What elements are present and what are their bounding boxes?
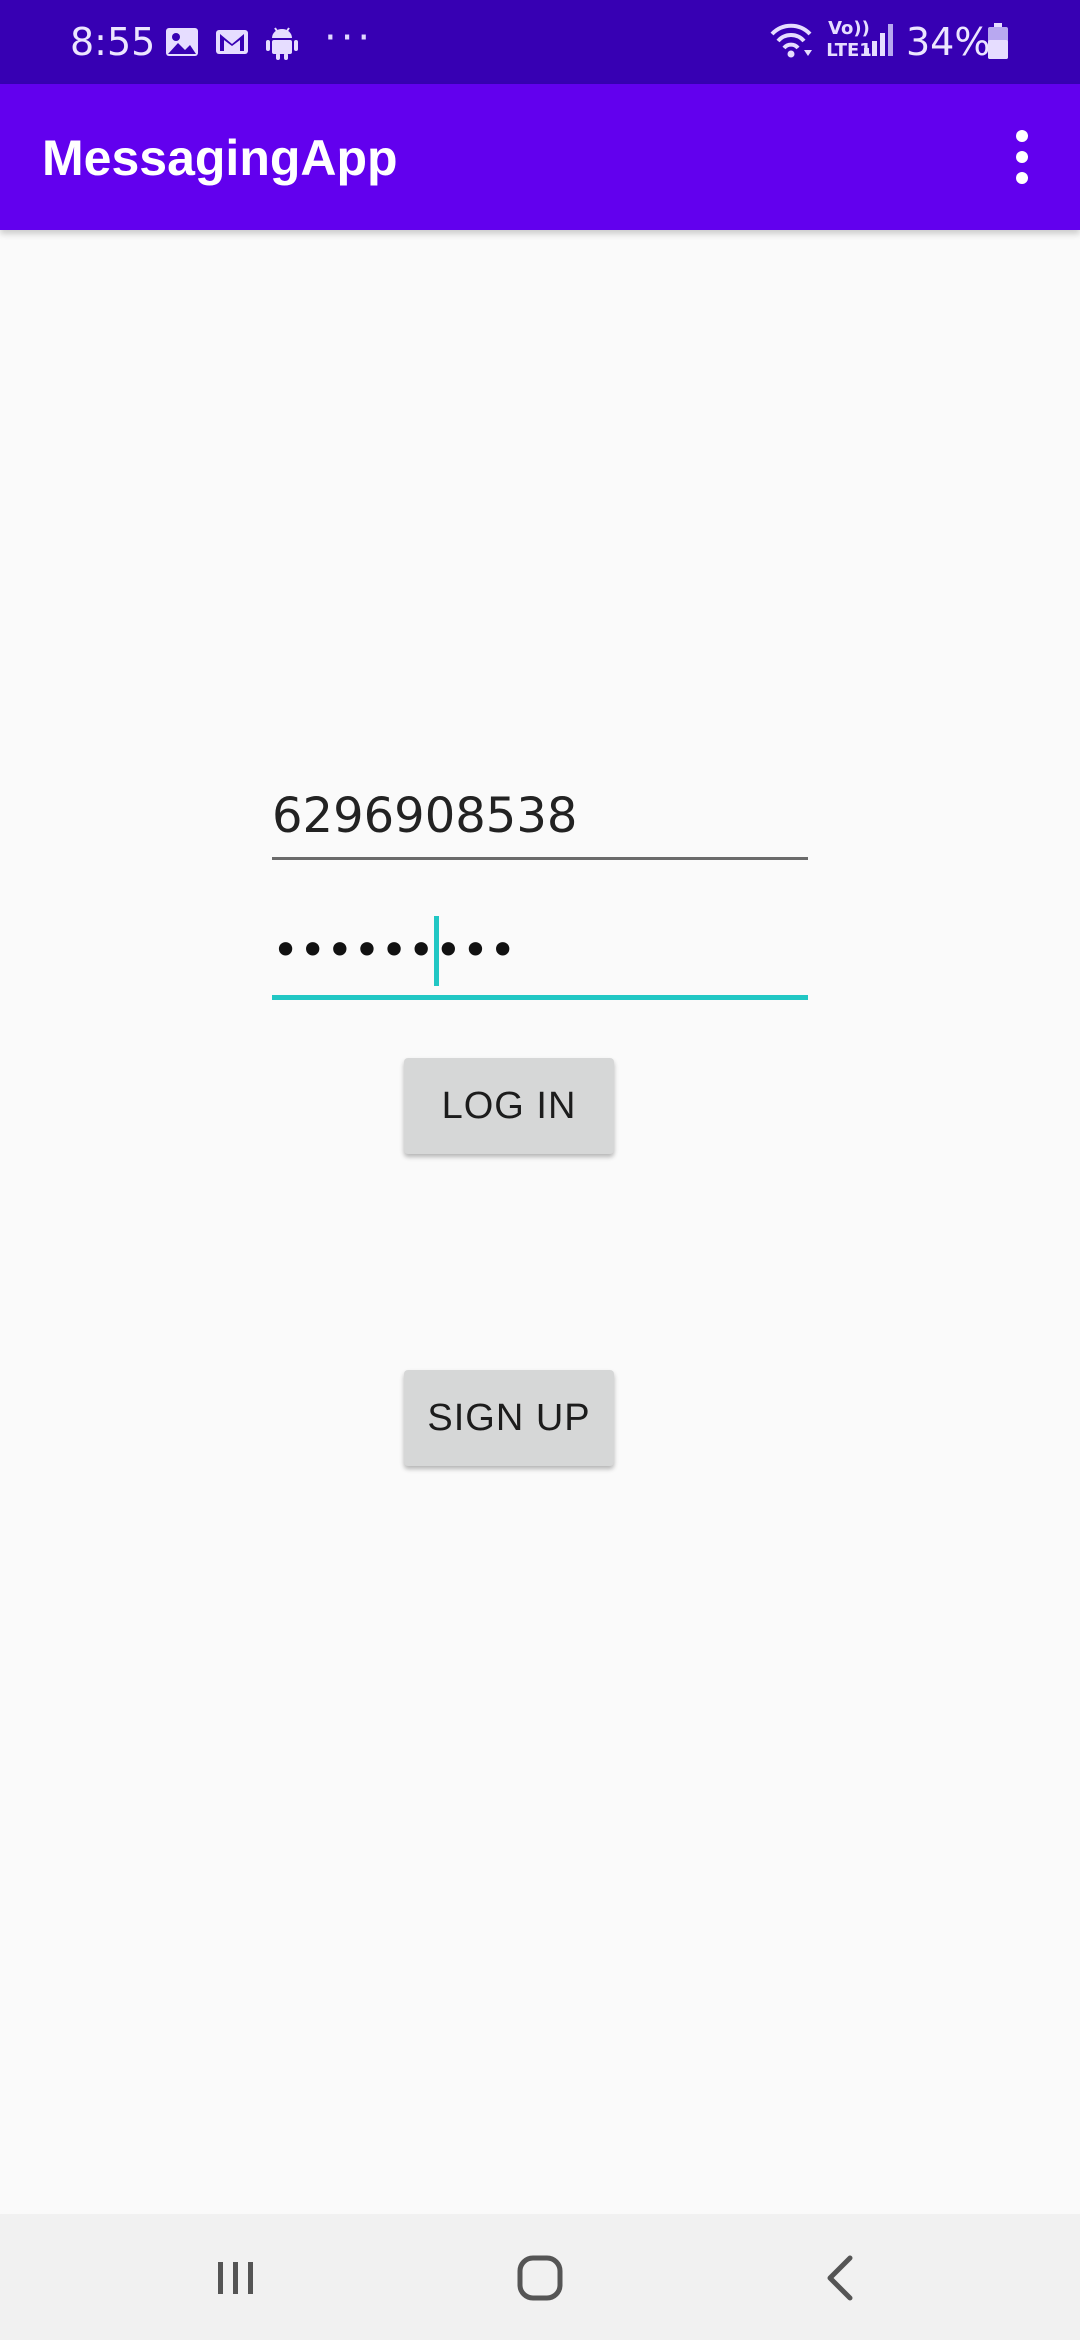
gallery-icon [162,22,202,62]
password-input[interactable]: ••••••••• [272,906,808,1000]
back-icon[interactable] [806,2242,878,2314]
phone-number-input[interactable]: 6296908538 [272,776,808,860]
status-time: 8:55 [70,20,156,64]
menu-dot [1016,151,1028,163]
recent-apps-icon[interactable] [200,2242,272,2314]
login-button[interactable]: LOG IN [404,1058,614,1154]
app-title: MessagingApp [42,130,398,186]
signup-button[interactable]: SIGN UP [404,1370,614,1466]
system-nav-bar [0,2214,1080,2340]
password-value: ••••••••• [272,923,517,977]
more-notifications-icon: ··· [324,15,375,61]
gmail-icon [212,22,252,62]
app-bar: MessagingApp [0,84,1080,230]
android-icon [262,22,302,62]
home-icon[interactable] [504,2242,576,2314]
status-bar: 8:55 ··· Vo)) LTE1 34% [0,0,1080,84]
phone-number-value: 6296908538 [272,788,578,844]
battery-icon [986,22,1010,60]
battery-percent: 34% [906,20,991,64]
more-vert-icon[interactable] [1000,126,1044,188]
menu-dot [1016,130,1028,142]
text-cursor [434,916,439,986]
menu-dot [1016,172,1028,184]
signal-icon [862,22,896,58]
wifi-icon [768,20,814,62]
